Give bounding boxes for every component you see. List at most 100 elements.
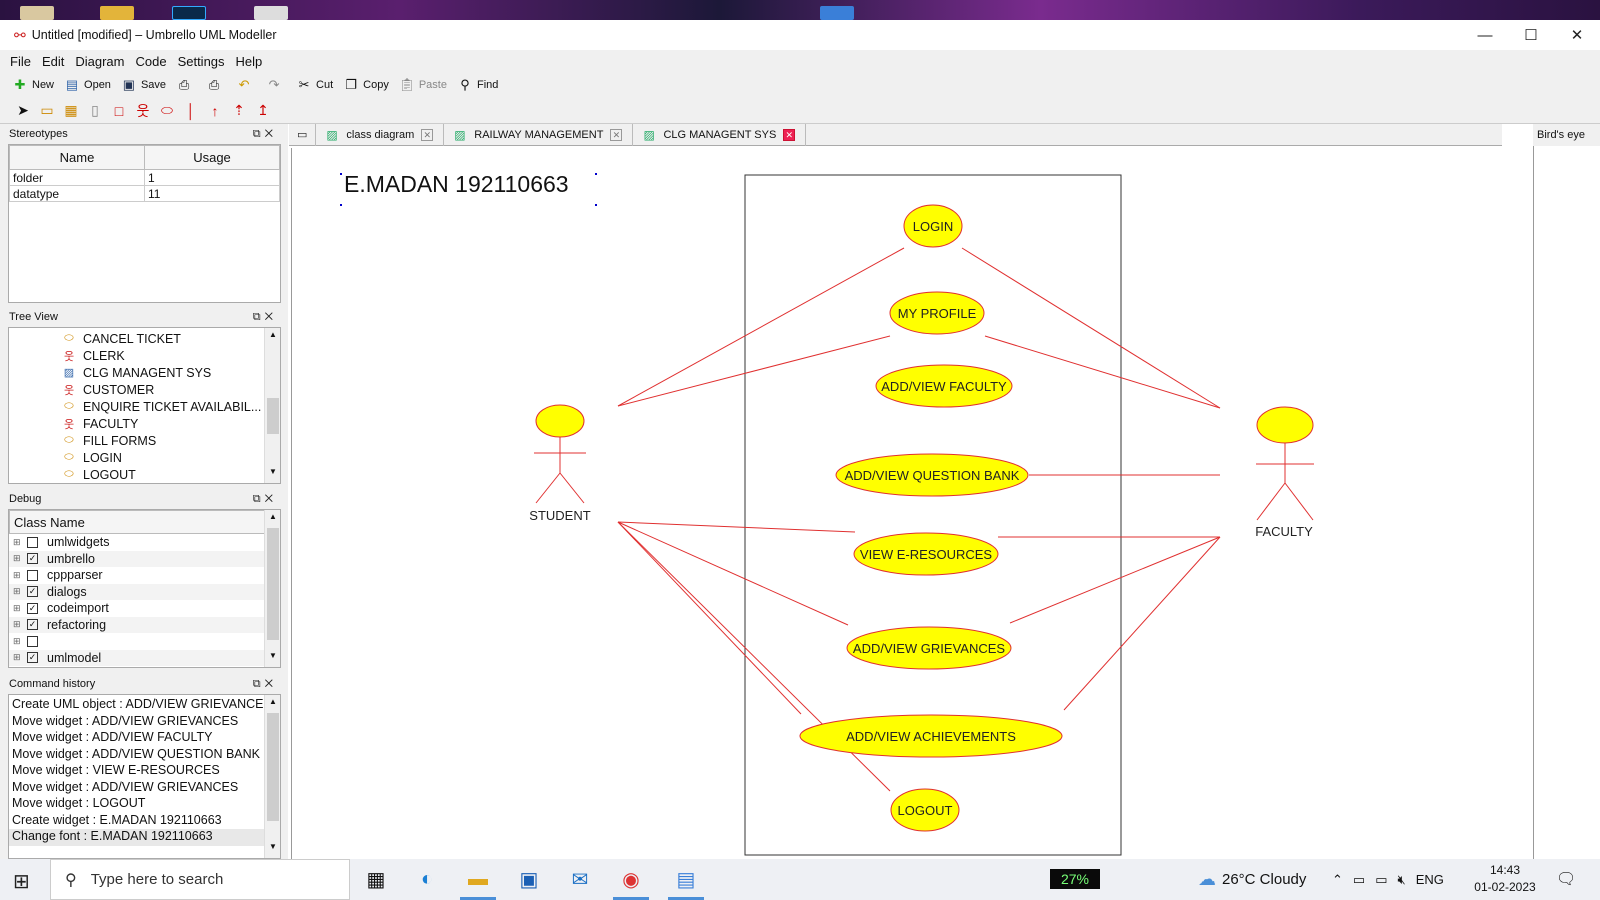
tree-item[interactable]: ⬭ FILL FORMS xyxy=(9,432,280,449)
print-preview-button[interactable]: ⎙ xyxy=(206,77,226,93)
notification-icon[interactable]: 🗨︎ xyxy=(1556,869,1576,889)
checkbox[interactable]: ✓ xyxy=(27,553,38,565)
battery-icon[interactable]: ▭ xyxy=(1375,872,1387,888)
taskbar-search[interactable]: ⚲ Type here to search xyxy=(50,859,350,900)
scroll-thumb[interactable] xyxy=(267,398,279,434)
table-row[interactable]: folder 1 xyxy=(9,169,280,186)
new-tab-button[interactable]: ▭ xyxy=(289,123,317,146)
assoc-faculty-grievances[interactable] xyxy=(1009,536,1221,624)
weather-widget[interactable]: ☁ 26°C Cloudy xyxy=(1198,859,1306,900)
print-button[interactable]: ⎙ xyxy=(176,77,196,93)
desktop-doc-icon[interactable] xyxy=(254,6,288,20)
panel-controls-icon[interactable]: ⧉✕ xyxy=(253,493,277,506)
note-icon[interactable]: ▯ xyxy=(84,101,106,121)
tab-railway-management[interactable]: ▨ RAILWAY MANAGEMENT ✕ xyxy=(444,123,634,146)
selection-handle[interactable] xyxy=(340,173,342,175)
minimize-button[interactable]: — xyxy=(1462,20,1508,50)
history-row[interactable]: Move widget : LOGOUT xyxy=(9,796,264,813)
text-label-icon[interactable]: ▭ xyxy=(36,101,58,121)
expand-icon[interactable]: ⊞ xyxy=(13,553,23,564)
tree-item[interactable]: ▨ CLG MANAGENT SYS xyxy=(9,364,280,381)
association-icon[interactable]: │ xyxy=(180,101,202,121)
debug-row[interactable]: ⊞ umlwidgets xyxy=(9,534,280,551)
save-button[interactable]: ▣ Save xyxy=(121,77,166,93)
paste-button[interactable]: 📋︎ Paste xyxy=(399,77,447,93)
redo-button[interactable]: ↷ xyxy=(266,77,286,93)
history-row[interactable]: Move widget : ADD/VIEW QUESTION BANK xyxy=(9,747,264,764)
history-row[interactable]: Move widget : ADD/VIEW GRIEVANCES xyxy=(9,714,264,731)
actor-student[interactable]: STUDENT xyxy=(529,404,591,523)
close-tab-icon[interactable]: ✕ xyxy=(783,128,796,141)
expand-icon[interactable]: ⊞ xyxy=(13,636,23,647)
panel-controls-icon[interactable]: ⧉✕ xyxy=(253,311,277,324)
assoc-student-achievements[interactable] xyxy=(617,521,802,715)
col-name-header[interactable]: Name xyxy=(9,145,145,170)
selection-handle[interactable] xyxy=(595,204,597,206)
select-arrow-icon[interactable]: ➤ xyxy=(12,101,34,121)
expand-icon[interactable]: ⊞ xyxy=(13,619,23,630)
checkbox[interactable] xyxy=(27,569,38,581)
diagram-canvas[interactable]: E.MADAN 192110663 LOGIN MY PROFILE ADD/V… xyxy=(291,148,1529,859)
desktop-folder-icon[interactable] xyxy=(820,6,854,20)
clock[interactable]: 14:43 01-02-2023 xyxy=(1470,862,1540,896)
volume-muted-icon[interactable]: 🔇︎ xyxy=(1398,872,1406,888)
assoc-student-profile[interactable] xyxy=(617,335,891,407)
debug-row[interactable]: ⊞ ✓ codeimport xyxy=(9,600,280,617)
rectangle-icon[interactable]: □ xyxy=(108,101,130,121)
class-name-header[interactable]: Class Name xyxy=(9,510,265,534)
open-button[interactable]: ▤ Open xyxy=(64,77,111,93)
debug-scrollbar[interactable]: ▲ ▼ xyxy=(264,510,280,667)
tree-item[interactable]: 웃 FACULTY xyxy=(9,415,280,432)
history-row-selected[interactable]: Change font : E.MADAN 192110663 xyxy=(9,829,264,846)
menu-settings[interactable]: Settings xyxy=(178,54,225,69)
tree-item[interactable]: ⬭ LOGOUT xyxy=(9,466,280,483)
tree-scrollbar[interactable]: ▲ ▼ xyxy=(264,328,280,483)
history-row[interactable]: Create UML object : ADD/VIEW GRIEVANCES xyxy=(9,697,264,714)
menu-edit[interactable]: Edit xyxy=(42,54,64,69)
debug-row[interactable]: ⊞ ✓ umlmodel xyxy=(9,649,280,666)
battery-widget[interactable]: 27% xyxy=(1050,869,1100,889)
copy-button[interactable]: ❐ Copy xyxy=(343,77,389,93)
edge-browser-icon[interactable]: ◐ xyxy=(403,859,451,900)
undo-button[interactable]: ↶ xyxy=(236,77,256,93)
expand-icon[interactable]: ⊞ xyxy=(13,537,23,548)
cut-button[interactable]: ✂ Cut xyxy=(296,77,334,93)
tree-item[interactable]: 웃 CUSTOMER xyxy=(9,381,280,398)
tree-item[interactable]: ⬭ ENQUIRE TICKET AVAILABIL... xyxy=(9,398,280,415)
actor-faculty[interactable]: FACULTY xyxy=(1255,406,1314,539)
debug-row[interactable]: ⊞ cppparser xyxy=(9,567,280,584)
checkbox[interactable] xyxy=(27,536,38,548)
close-tab-icon[interactable]: ✕ xyxy=(610,128,623,141)
chrome-icon[interactable]: ◉ xyxy=(607,859,655,900)
include-icon[interactable]: ↥ xyxy=(252,101,274,121)
tree-item[interactable]: ⬭ LOGIN xyxy=(9,449,280,466)
assoc-faculty-profile[interactable] xyxy=(984,335,1221,409)
windows-start-icon[interactable]: ⊞ xyxy=(13,869,30,894)
checkbox[interactable]: ✓ xyxy=(27,586,38,598)
checkbox[interactable]: ✓ xyxy=(27,652,38,664)
history-row[interactable]: Create widget : E.MADAN 192110663 xyxy=(9,813,264,830)
scroll-down-icon[interactable]: ▼ xyxy=(265,842,280,856)
store-icon[interactable]: ▣ xyxy=(505,859,553,900)
close-tab-icon[interactable]: ✕ xyxy=(421,128,434,141)
desktop-file-icon[interactable] xyxy=(20,6,54,20)
task-view-icon[interactable]: ▦ xyxy=(352,859,400,900)
assoc-student-eresources[interactable] xyxy=(617,521,856,533)
debug-row[interactable]: ⊞ ✓ dialogs xyxy=(9,583,280,600)
menu-help[interactable]: Help xyxy=(236,54,263,69)
checkbox[interactable]: ✓ xyxy=(27,619,38,631)
meet-icon[interactable]: ▭ xyxy=(1353,872,1365,888)
language-indicator[interactable]: ENG xyxy=(1416,872,1444,887)
new-button[interactable]: ✚ New xyxy=(12,77,54,93)
selection-handle[interactable] xyxy=(340,204,342,206)
scroll-up-icon[interactable]: ▲ xyxy=(265,330,280,344)
generalization-icon[interactable]: ↑ xyxy=(204,101,226,121)
maximize-button[interactable]: ☐ xyxy=(1508,20,1554,50)
expand-icon[interactable]: ⊞ xyxy=(13,603,23,614)
col-usage-header[interactable]: Usage xyxy=(144,145,280,170)
scroll-down-icon[interactable]: ▼ xyxy=(265,651,280,665)
chevron-up-icon[interactable]: ⌃ xyxy=(1332,872,1343,888)
tree-item[interactable]: ⬭ CANCEL TICKET xyxy=(9,330,280,347)
expand-icon[interactable]: ⊞ xyxy=(13,586,23,597)
menu-diagram[interactable]: Diagram xyxy=(75,54,124,69)
